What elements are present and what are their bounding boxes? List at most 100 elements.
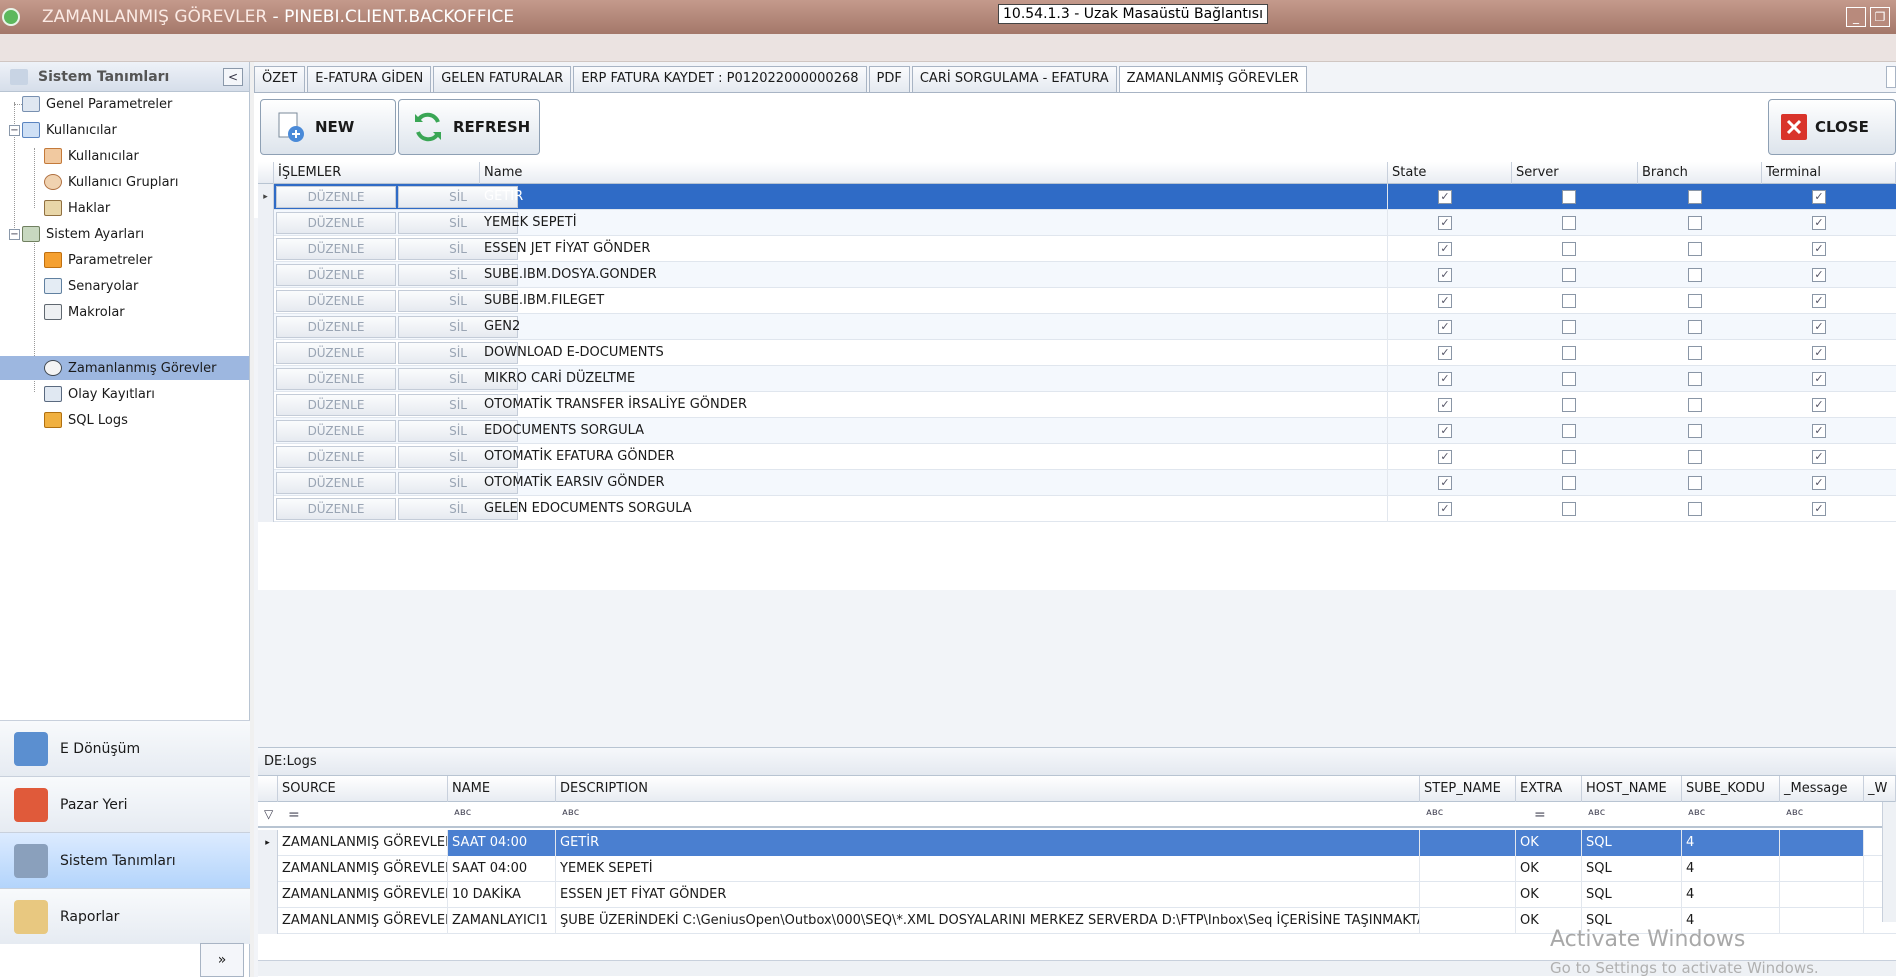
sidebar-item-sql-logs[interactable]: SQL Logs [44, 408, 128, 432]
nav-expand-button[interactable]: » [200, 943, 244, 977]
table-row[interactable]: DÜZENLE SİL DOWNLOAD E-DOCUMENTS ✓ ✓ [258, 340, 1896, 366]
edit-button[interactable]: DÜZENLE [276, 420, 396, 442]
server-checkbox[interactable] [1562, 372, 1576, 386]
sidebar-collapse-button[interactable]: < [223, 68, 243, 86]
branch-checkbox[interactable] [1688, 476, 1702, 490]
sidebar-item-sistem-ayarlari[interactable]: Sistem Ayarları [22, 222, 144, 246]
filter-extra[interactable]: = [1534, 807, 1546, 823]
state-checkbox[interactable]: ✓ [1438, 502, 1452, 516]
sidebar-item-genel-parametreler[interactable]: Genel Parametreler [22, 92, 172, 116]
filter-message[interactable]: ᴀʙc [1786, 807, 1803, 818]
log-row[interactable]: ▸ ZAMANLANMIŞ GÖREVLER SAAT 04:00 GETİR OK SQ… [258, 830, 1896, 856]
server-checkbox[interactable] [1562, 450, 1576, 464]
table-row[interactable]: DÜZENLE SİL OTOMATİK EFATURA GÖNDER ✓ ✓ [258, 444, 1896, 470]
tab-ozet[interactable]: ÖZET [254, 66, 306, 92]
column-header-message[interactable]: _Message [1780, 776, 1864, 802]
column-header-islemler[interactable]: İŞLEMLER [274, 162, 480, 184]
state-checkbox[interactable]: ✓ [1438, 320, 1452, 334]
state-checkbox[interactable]: ✓ [1438, 450, 1452, 464]
sidebar-item-senaryolar[interactable]: Senaryolar [44, 274, 138, 298]
column-header-extra[interactable]: EXTRA [1516, 776, 1582, 802]
column-header-terminal[interactable]: Terminal [1762, 162, 1896, 184]
terminal-checkbox[interactable]: ✓ [1812, 190, 1826, 204]
edit-button[interactable]: DÜZENLE [276, 238, 396, 260]
terminal-checkbox[interactable]: ✓ [1812, 268, 1826, 282]
state-checkbox[interactable]: ✓ [1438, 294, 1452, 308]
branch-checkbox[interactable] [1688, 268, 1702, 282]
table-row[interactable]: DÜZENLE SİL GELEN EDOCUMENTS SORGULA ✓ ✓ [258, 496, 1896, 522]
filter-source[interactable]: = [288, 807, 300, 823]
column-header-host-name[interactable]: HOST_NAME [1582, 776, 1682, 802]
sidebar-item-kullanicilar[interactable]: Kullanıcılar [44, 144, 139, 168]
column-header-log-name[interactable]: NAME [448, 776, 556, 802]
table-row[interactable]: DÜZENLE SİL OTOMATİK EARSIV GÖNDER ✓ ✓ [258, 470, 1896, 496]
tree-toggle-sistem-ayarlari[interactable]: − [9, 229, 20, 240]
edit-button[interactable]: DÜZENLE [276, 368, 396, 390]
nav-section-pazar-yeri[interactable]: Pazar Yeri [0, 776, 250, 832]
column-header-branch[interactable]: Branch [1638, 162, 1762, 184]
edit-button[interactable]: DÜZENLE [276, 446, 396, 468]
state-checkbox[interactable]: ✓ [1438, 242, 1452, 256]
refresh-button[interactable]: REFRESH [398, 99, 540, 155]
filter-host-name[interactable]: ᴀʙc [1588, 807, 1605, 818]
edit-button[interactable]: DÜZENLE [276, 394, 396, 416]
tab-pdf[interactable]: PDF [868, 66, 910, 92]
filter-step-name[interactable]: ᴀʙc [1426, 807, 1443, 818]
minimize-button[interactable]: _ [1846, 7, 1866, 27]
state-checkbox[interactable]: ✓ [1438, 346, 1452, 360]
logs-vertical-scrollbar[interactable] [1882, 802, 1896, 922]
tab-erp-fatura-kaydet[interactable]: ERP FATURA KAYDET : P012022000000268 [573, 66, 867, 92]
branch-checkbox[interactable] [1688, 242, 1702, 256]
branch-checkbox[interactable] [1688, 372, 1702, 386]
branch-checkbox[interactable] [1688, 424, 1702, 438]
state-checkbox[interactable]: ✓ [1438, 476, 1452, 490]
tab-gelen-faturalar[interactable]: GELEN FATURALAR [433, 66, 572, 92]
sidebar-item-makrolar[interactable]: Makrolar [44, 300, 125, 324]
terminal-checkbox[interactable]: ✓ [1812, 424, 1826, 438]
column-header-w[interactable]: _W [1864, 776, 1896, 802]
server-checkbox[interactable] [1562, 294, 1576, 308]
branch-checkbox[interactable] [1688, 190, 1702, 204]
sidebar-item-kullanici-gruplari[interactable]: Kullanıcı Grupları [44, 170, 179, 194]
state-checkbox[interactable]: ✓ [1438, 216, 1452, 230]
column-header-server[interactable]: Server [1512, 162, 1638, 184]
table-row[interactable]: DÜZENLE SİL GEN2 ✓ ✓ [258, 314, 1896, 340]
tree-toggle-kullanicilar[interactable]: − [9, 125, 20, 136]
state-checkbox[interactable]: ✓ [1438, 372, 1452, 386]
tab-scroll-button[interactable] [1886, 66, 1896, 88]
table-row[interactable]: ▸ DÜZENLE SİL GETİR ✓ ✓ [258, 184, 1896, 210]
server-checkbox[interactable] [1562, 346, 1576, 360]
server-checkbox[interactable] [1562, 268, 1576, 282]
nav-section-e-donusum[interactable]: E Dönüşüm [0, 720, 250, 776]
state-checkbox[interactable]: ✓ [1438, 398, 1452, 412]
server-checkbox[interactable] [1562, 502, 1576, 516]
sidebar-item-olay-kayitlari[interactable]: Olay Kayıtları [44, 382, 155, 406]
server-checkbox[interactable] [1562, 398, 1576, 412]
filter-sube-kodu[interactable]: ᴀʙc [1688, 807, 1705, 818]
branch-checkbox[interactable] [1688, 320, 1702, 334]
branch-checkbox[interactable] [1688, 216, 1702, 230]
column-header-source[interactable]: SOURCE [278, 776, 448, 802]
sidebar-item-parametreler[interactable]: Parametreler [44, 248, 152, 272]
terminal-checkbox[interactable]: ✓ [1812, 502, 1826, 516]
log-row[interactable]: ZAMANLANMIŞ GÖREVLER 10 DAKİKA ESSEN JET F… [258, 882, 1896, 908]
sidebar-item-kullanicilar-group[interactable]: Kullanıcılar [22, 118, 117, 142]
terminal-checkbox[interactable]: ✓ [1812, 398, 1826, 412]
table-row[interactable]: DÜZENLE SİL ESSEN JET FİYAT GÖNDER ✓ ✓ [258, 236, 1896, 262]
edit-button[interactable]: DÜZENLE [276, 342, 396, 364]
branch-checkbox[interactable] [1688, 346, 1702, 360]
tab-e-fatura-giden[interactable]: E-FATURA GİDEN [307, 66, 432, 92]
state-checkbox[interactable]: ✓ [1438, 424, 1452, 438]
column-header-step-name[interactable]: STEP_NAME [1420, 776, 1516, 802]
table-row[interactable]: DÜZENLE SİL OTOMATİK TRANSFER İRSALİYE GÖN… [258, 392, 1896, 418]
edit-button[interactable]: DÜZENLE [276, 472, 396, 494]
column-header-state[interactable]: State [1388, 162, 1512, 184]
edit-button[interactable]: DÜZENLE [276, 290, 396, 312]
filter-funnel-icon[interactable]: ▽ [264, 807, 273, 821]
terminal-checkbox[interactable]: ✓ [1812, 294, 1826, 308]
nav-section-sistem-tanimlari[interactable]: Sistem Tanımları [0, 832, 250, 888]
state-checkbox[interactable]: ✓ [1438, 268, 1452, 282]
server-checkbox[interactable] [1562, 476, 1576, 490]
column-header-sube-kodu[interactable]: SUBE_KODU [1682, 776, 1780, 802]
terminal-checkbox[interactable]: ✓ [1812, 242, 1826, 256]
